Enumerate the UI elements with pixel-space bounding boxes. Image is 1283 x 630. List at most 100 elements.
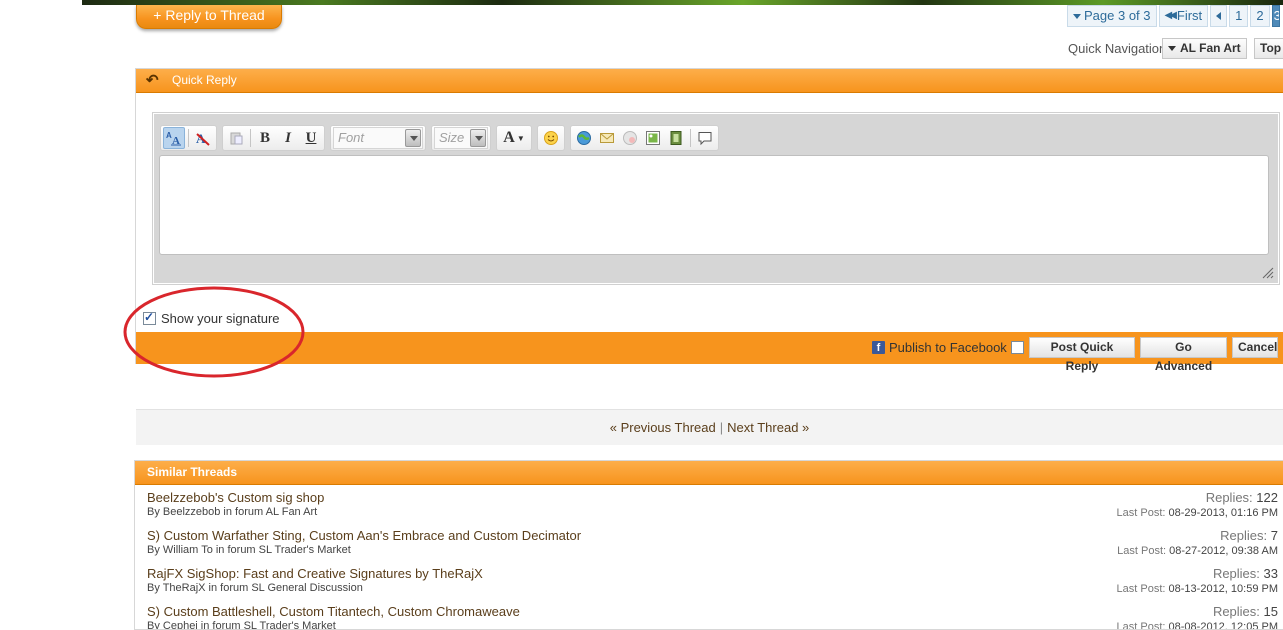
show-signature-label: Show your signature [161, 311, 280, 326]
similar-thread-link[interactable]: RajFX SigShop: Fast and Creative Signatu… [147, 566, 483, 581]
page-label: Page 3 of 3 [1084, 8, 1151, 23]
toolbar-group-size: Size [431, 125, 491, 151]
publish-facebook-label: Publish to Facebook [889, 340, 1007, 355]
message-textarea[interactable] [159, 155, 1269, 255]
show-signature-checkbox[interactable] [143, 310, 156, 325]
similar-thread-meta: By Cephei in forum SL Trader's Market [147, 620, 336, 630]
quick-reply-header: ↶ Quick Reply [136, 69, 1283, 93]
last-post-value: 08-29-2013, 01:16 PM [1168, 507, 1278, 519]
resize-grip-icon[interactable] [1262, 267, 1274, 279]
chevron-down-icon [470, 129, 486, 147]
toolbar-group-format: B I U [222, 125, 325, 151]
replies-count: Replies: 33 [1213, 566, 1278, 581]
quote-icon[interactable] [694, 127, 716, 149]
editor-frame: AA A B I U [154, 114, 1278, 283]
replies-count: Replies: 122 [1206, 490, 1278, 505]
publish-facebook-checkbox[interactable] [1010, 341, 1024, 354]
replies-label: Replies: [1205, 490, 1253, 505]
size-select[interactable]: Size [434, 127, 488, 149]
last-post-label: Last Post: [1116, 583, 1166, 595]
toolbar-separator [690, 129, 691, 147]
list-item: RajFX SigShop: Fast and Creative Signatu… [135, 561, 1283, 599]
replies-count: Replies: 15 [1213, 604, 1278, 619]
italic-icon[interactable]: I [277, 127, 299, 149]
show-signature-row: Show your signature [143, 310, 280, 326]
toolbar-group-font: Font [330, 125, 426, 151]
similar-thread-link[interactable]: S) Custom Warfather Sting, Custom Aan's … [147, 528, 581, 543]
list-item: S) Custom Warfather Sting, Custom Aan's … [135, 523, 1283, 561]
thread-nav-separator: | [719, 420, 724, 435]
last-post: Last Post: 08-13-2012, 10:59 PM [1117, 583, 1278, 595]
similar-thread-link[interactable]: S) Custom Battleshell, Custom Titantech,… [147, 604, 520, 619]
similar-thread-meta: By Beelzzebob in forum AL Fan Art [147, 506, 318, 518]
first-page-link[interactable]: ◀◀ First [1158, 5, 1209, 27]
quick-reply-action-bar: f Publish to Facebook Post Quick Reply G… [136, 332, 1283, 373]
toolbar-group-mode: AA A [160, 125, 217, 151]
similar-threads-panel: Similar Threads Beelzzebob's Custom sig … [134, 460, 1283, 630]
chevron-down-icon [1168, 46, 1176, 51]
similar-thread-meta: By TheRajX in forum SL General Discussio… [147, 582, 363, 594]
toolbar-separator [188, 129, 189, 147]
toolbar-group-color: A ▼ [496, 125, 532, 151]
reply-to-thread-button[interactable]: + Reply to Thread [136, 5, 282, 29]
cancel-button[interactable]: Cancel [1232, 337, 1278, 358]
paste-icon[interactable] [225, 127, 247, 149]
page-link-1[interactable]: 1 [1229, 5, 1249, 27]
insert-image-icon[interactable] [642, 127, 664, 149]
insert-email-icon[interactable] [596, 127, 618, 149]
similar-thread-meta: By William To in forum SL Trader's Marke… [147, 544, 351, 556]
editor: AA A B I U [152, 112, 1280, 285]
underline-icon[interactable]: U [300, 127, 322, 149]
last-post: Last Post: 08-08-2012, 12:05 PM [1116, 621, 1278, 630]
pagination: Page 3 of 3 ◀◀ First 1 2 3 [1067, 5, 1282, 27]
quick-nav-forum-button[interactable]: AL Fan Art [1162, 38, 1247, 59]
insert-video-icon[interactable] [665, 127, 687, 149]
last-post: Last Post: 08-29-2013, 01:16 PM [1117, 507, 1278, 519]
remove-format-icon[interactable]: A [192, 127, 214, 149]
toolbar-separator [250, 129, 251, 147]
last-post-value: 08-08-2012, 12:05 PM [1168, 621, 1278, 630]
bold-icon[interactable]: B [254, 127, 276, 149]
list-item: Beelzzebob's Custom sig shop By Beelzzeb… [135, 485, 1283, 523]
last-post-value: 08-13-2012, 10:59 PM [1168, 583, 1278, 595]
replies-value: 7 [1270, 528, 1278, 543]
facebook-icon: f [872, 341, 885, 354]
prev-page-link[interactable] [1210, 5, 1228, 27]
page-link-current: 3 [1271, 5, 1280, 27]
replies-label: Replies: [1220, 528, 1268, 543]
replies-value: 122 [1256, 490, 1278, 505]
remove-link-icon[interactable] [619, 127, 641, 149]
last-post-label: Last Post: [1117, 545, 1167, 557]
go-advanced-button[interactable]: Go Advanced [1140, 337, 1227, 373]
similar-threads-header: Similar Threads [135, 461, 1283, 485]
last-post-label: Last Post: [1116, 507, 1166, 519]
publish-facebook-option: f Publish to Facebook [872, 340, 1024, 355]
font-select-placeholder: Font [338, 130, 365, 145]
toolbar-group-insert [570, 125, 719, 151]
list-item: S) Custom Battleshell, Custom Titantech,… [135, 599, 1283, 630]
quick-nav-forum-label: AL Fan Art [1180, 41, 1241, 55]
wysiwyg-toggle-icon[interactable]: AA [163, 127, 185, 149]
next-thread-link[interactable]: Next Thread » [727, 420, 809, 435]
reply-arrow-icon: ↶ [146, 72, 159, 89]
page-link-2[interactable]: 2 [1250, 5, 1270, 27]
smiley-icon[interactable] [540, 127, 562, 149]
replies-label: Replies: [1212, 604, 1260, 619]
similar-thread-link[interactable]: Beelzzebob's Custom sig shop [147, 490, 324, 505]
quick-nav-top-button[interactable]: Top [1254, 38, 1283, 59]
previous-thread-link[interactable]: « Previous Thread [610, 420, 716, 435]
last-post-value: 08-27-2012, 09:38 AM [1169, 545, 1278, 557]
replies-value: 15 [1263, 604, 1278, 619]
quick-reply-panel: ↶ Quick Reply AA A [135, 68, 1283, 373]
last-post: Last Post: 08-27-2012, 09:38 AM [1117, 545, 1278, 557]
quick-reply-title: Quick Reply [172, 73, 237, 87]
replies-count: Replies: 7 [1220, 528, 1278, 543]
post-quick-reply-button[interactable]: Post Quick Reply [1029, 337, 1135, 373]
page-jump-dropdown[interactable]: Page 3 of 3 [1067, 5, 1157, 27]
svg-text:A: A [172, 135, 180, 146]
insert-link-icon[interactable] [573, 127, 595, 149]
text-color-icon[interactable]: A ▼ [499, 127, 529, 149]
font-select[interactable]: Font [333, 127, 423, 149]
size-select-placeholder: Size [439, 130, 465, 145]
last-post-label: Last Post: [1116, 621, 1166, 630]
